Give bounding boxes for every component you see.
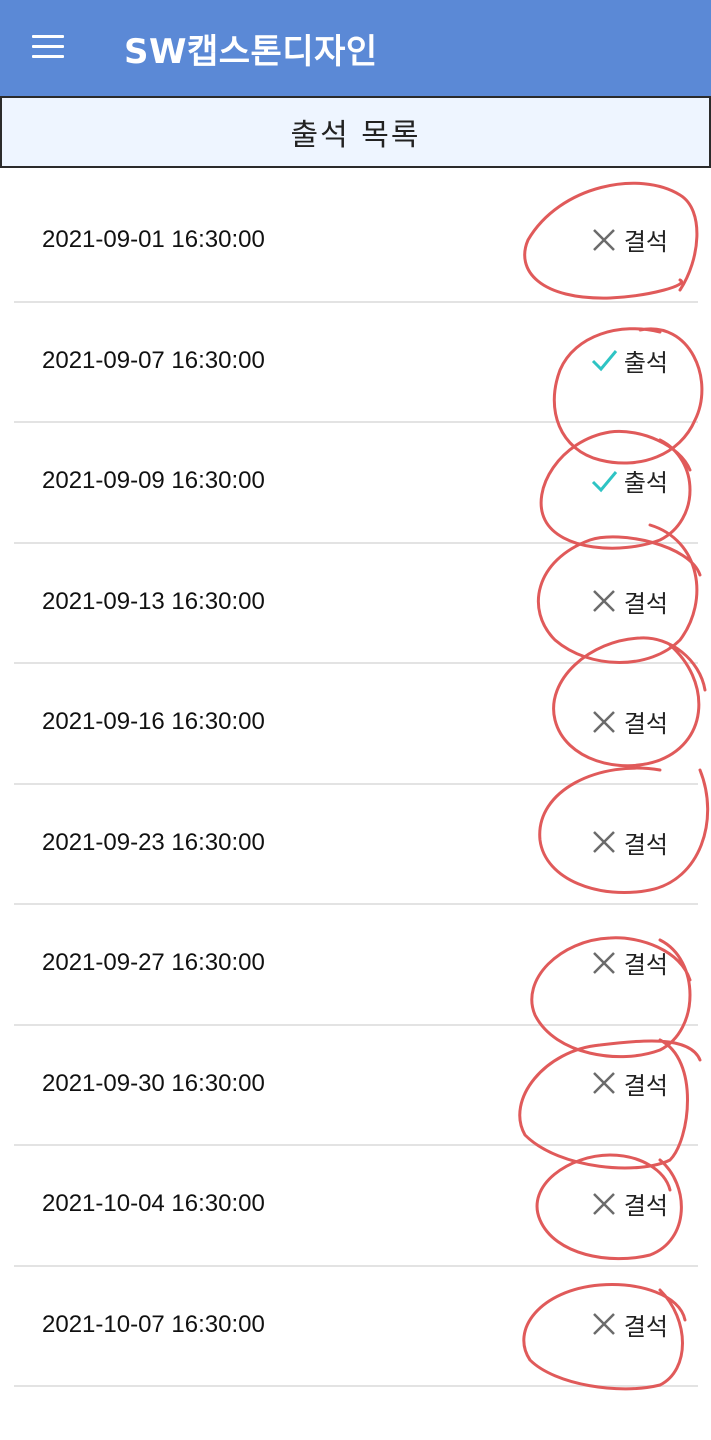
status-label: 결석 [623,1312,668,1341]
status-label: 결석 [623,710,668,738]
attendance-datetime: 2021-09-16 16:30:00 [42,708,265,735]
attendance-row[interactable]: 2021-09-13 16:30:00 결석 [14,544,698,664]
attendance-row[interactable]: 2021-09-07 16:30:00 출석 [14,303,698,423]
attendance-row[interactable]: 2021-09-01 16:30:00 결석 [14,182,698,303]
attendance-row[interactable]: 2021-09-27 16:30:00 결석 [14,905,698,1026]
attendance-row[interactable]: 2021-09-30 16:30:00 결석 [14,1026,698,1146]
attendance-datetime: 2021-09-30 16:30:00 [42,1069,265,1097]
close-x-icon [592,1072,615,1094]
close-x-icon [592,710,615,733]
status-label: 결석 [623,830,668,859]
close-x-icon [592,1313,615,1335]
app-title: SW캡스톤디자인 [124,32,378,72]
attendance-status: 결석 [590,222,668,257]
attendance-status: 출석 [590,343,668,378]
check-icon [591,350,617,372]
attendance-row[interactable]: 2021-10-07 16:30:00 결석 [14,1267,698,1387]
attendance-status: 결석 [590,584,668,619]
app-bar: SW캡스톤디자인 [0,0,711,96]
attendance-status: 결석 [590,945,668,980]
attendance-datetime: 2021-09-09 16:30:00 [42,467,265,494]
status-label: 결석 [623,1192,668,1220]
attendance-row[interactable]: 2021-09-23 16:30:00 결석 [14,785,698,905]
attendance-status: 출석 [590,463,668,498]
attendance-row[interactable]: 2021-10-04 16:30:00 결석 [14,1146,698,1267]
attendance-list: 2021-09-01 16:30:00 결석 2021-09-07 16:30:00… [14,182,698,1387]
hamburger-menu-icon[interactable] [30,33,66,61]
attendance-status: 결석 [590,1307,668,1342]
status-label: 결석 [623,951,668,979]
attendance-datetime: 2021-09-27 16:30:00 [42,949,265,976]
attendance-datetime: 2021-09-23 16:30:00 [42,828,265,856]
attendance-status: 결석 [590,825,668,860]
check-icon [591,470,617,492]
attendance-status: 결석 [590,704,668,739]
attendance-status: 결석 [590,1066,668,1101]
attendance-row[interactable]: 2021-09-09 16:30:00 출석 [14,423,698,544]
attendance-datetime: 2021-09-13 16:30:00 [42,587,265,615]
close-x-icon [592,951,615,974]
page-title: 출석 목록 [290,118,421,153]
attendance-datetime: 2021-09-07 16:30:00 [42,346,265,374]
attendance-status: 결석 [590,1186,668,1221]
close-x-icon [592,228,615,251]
status-label: 출석 [623,348,668,377]
status-label: 결석 [623,1071,668,1100]
attendance-datetime: 2021-09-01 16:30:00 [42,226,265,253]
attendance-datetime: 2021-10-07 16:30:00 [42,1310,265,1338]
attendance-row[interactable]: 2021-09-16 16:30:00 결석 [14,664,698,785]
status-label: 결석 [623,228,668,256]
attendance-list-header: 출석 목록 [0,96,711,168]
close-x-icon [592,590,615,612]
status-label: 결석 [623,589,668,618]
status-label: 출석 [623,469,668,497]
attendance-datetime: 2021-10-04 16:30:00 [42,1190,265,1217]
close-x-icon [592,831,615,853]
close-x-icon [592,1192,615,1215]
